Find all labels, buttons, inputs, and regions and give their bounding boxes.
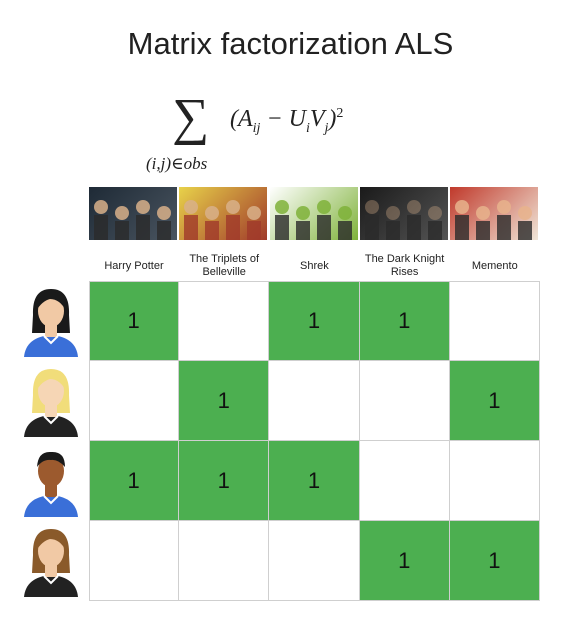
movie-poster-3 [270, 187, 358, 240]
movie-label-3: Shrek [300, 259, 329, 272]
matrix-cell-r2-c1 [89, 361, 180, 441]
movie-label-5: Memento [471, 259, 518, 272]
movie-label-4: The Dark Knight Rises [364, 253, 445, 278]
movie-poster-5 [450, 187, 538, 240]
woman-blonde-icon [20, 365, 82, 437]
rating-matrix: 1111111111 [89, 281, 540, 601]
matrix-cell-r2-c4 [359, 361, 450, 441]
matrix-cell-r3-c5 [449, 441, 540, 521]
matrix-cell-r3-c3: 1 [269, 441, 360, 521]
page-title: Matrix factorization ALS [127, 26, 454, 61]
matrix-cell-r2-c5: 1 [449, 361, 540, 441]
matrix-cell-r4-c2 [179, 521, 270, 601]
matrix-cell-r1-c2 [179, 281, 270, 361]
movie-poster-2 [179, 187, 267, 240]
formula-expression: (Aij − UiVj)2 [230, 106, 344, 136]
sigma-symbol: ∑ [172, 89, 210, 146]
matrix-cell-r2-c3 [269, 361, 360, 441]
movie-label-1: Harry Potter [104, 259, 164, 272]
matrix-cell-r3-c1: 1 [89, 441, 180, 521]
man-dark-skin-icon [20, 445, 82, 517]
matrix-cell-r4-c4: 1 [359, 521, 450, 601]
matrix-cell-r4-c5: 1 [449, 521, 540, 601]
matrix-cell-r3-c2: 1 [179, 441, 270, 521]
woman-dark-hair-icon [20, 285, 82, 357]
matrix-cell-r1-c1: 1 [89, 281, 180, 361]
loss-formula: ∑ (i,j)∈obs (Aij − UiVj)2 [140, 92, 440, 187]
matrix-cell-r1-c3: 1 [269, 281, 360, 361]
matrix-cell-r4-c3 [269, 521, 360, 601]
matrix-cell-r3-c4 [359, 441, 450, 521]
movie-poster-4 [360, 187, 448, 240]
movie-poster-1 [89, 187, 177, 240]
woman-brown-hair-icon [20, 525, 82, 597]
movie-label-2: The Triplets of Belleville [189, 253, 260, 278]
sum-subscript: (i,j)∈obs [146, 154, 208, 173]
matrix-cell-r1-c4: 1 [359, 281, 450, 361]
matrix-cell-r2-c2: 1 [179, 361, 270, 441]
matrix-cell-r4-c1 [89, 521, 180, 601]
matrix-cell-r1-c5 [449, 281, 540, 361]
